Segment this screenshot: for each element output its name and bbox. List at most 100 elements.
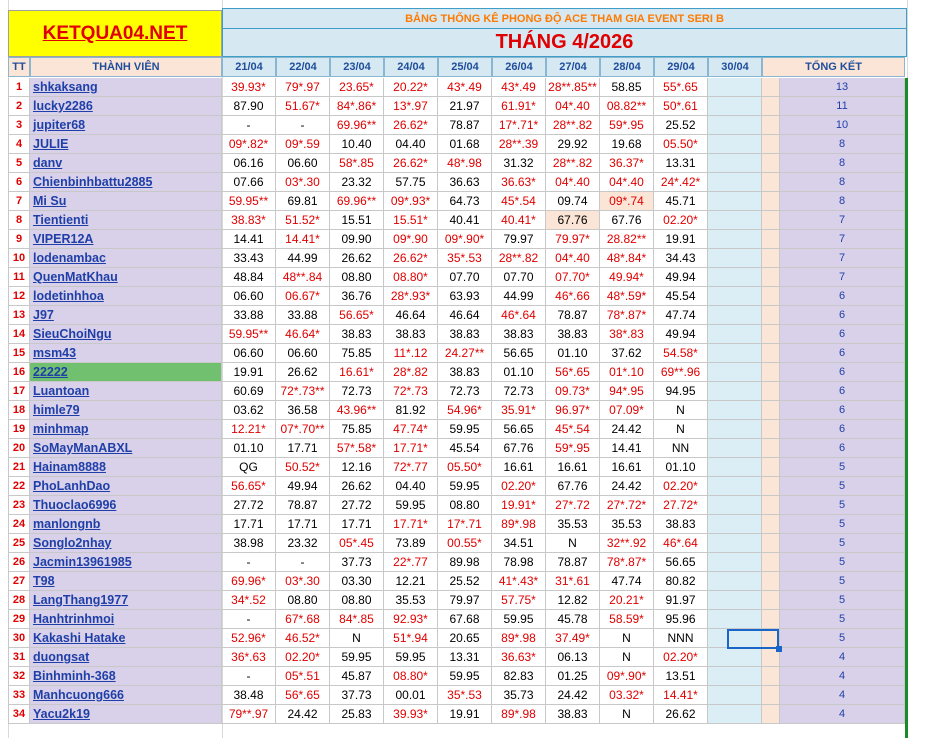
- result-cell[interactable]: -: [276, 553, 330, 572]
- member-name-link[interactable]: LangThang1977: [30, 591, 222, 610]
- result-cell[interactable]: 03.32*: [600, 686, 654, 705]
- result-cell[interactable]: 14.41: [222, 230, 276, 249]
- result-cell[interactable]: N: [600, 629, 654, 648]
- result-cell[interactable]: 09*.74: [600, 192, 654, 211]
- empty-cell[interactable]: [708, 287, 762, 306]
- result-cell[interactable]: 24.27**: [438, 344, 492, 363]
- member-name-link[interactable]: PhoLanhDao: [30, 477, 222, 496]
- result-cell[interactable]: 35.73: [492, 686, 546, 705]
- result-cell[interactable]: 26.62*: [384, 154, 438, 173]
- result-cell[interactable]: 64.73: [438, 192, 492, 211]
- result-cell[interactable]: 24*.42*: [654, 173, 708, 192]
- result-cell[interactable]: 05.50*: [438, 458, 492, 477]
- empty-cell[interactable]: [708, 116, 762, 135]
- result-cell[interactable]: 05*.51: [276, 667, 330, 686]
- result-cell[interactable]: 35*.53: [438, 249, 492, 268]
- result-cell[interactable]: 63.93: [438, 287, 492, 306]
- result-cell[interactable]: 16.61: [600, 458, 654, 477]
- result-cell[interactable]: 28.82**: [600, 230, 654, 249]
- empty-cell[interactable]: [708, 230, 762, 249]
- result-cell[interactable]: 24.42: [600, 420, 654, 439]
- empty-cell[interactable]: [708, 382, 762, 401]
- result-cell[interactable]: 01*.10: [600, 363, 654, 382]
- empty-cell[interactable]: [708, 572, 762, 591]
- result-cell[interactable]: N: [330, 629, 384, 648]
- result-cell[interactable]: 08.80: [330, 268, 384, 287]
- result-cell[interactable]: 04.40: [384, 135, 438, 154]
- result-cell[interactable]: 72.73: [330, 382, 384, 401]
- result-cell[interactable]: 46*.66: [546, 287, 600, 306]
- result-cell[interactable]: N: [600, 648, 654, 667]
- result-cell[interactable]: 59.95: [492, 610, 546, 629]
- result-cell[interactable]: 89*.98: [492, 515, 546, 534]
- result-cell[interactable]: 79.97: [492, 230, 546, 249]
- empty-cell[interactable]: [708, 325, 762, 344]
- result-cell[interactable]: 17*.71: [438, 515, 492, 534]
- result-cell[interactable]: 38.83: [546, 705, 600, 724]
- result-cell[interactable]: 38.48: [222, 686, 276, 705]
- result-cell[interactable]: 06.60: [276, 154, 330, 173]
- result-cell[interactable]: 28**.82: [546, 116, 600, 135]
- result-cell[interactable]: 07.09*: [600, 401, 654, 420]
- result-cell[interactable]: 02.20*: [654, 477, 708, 496]
- result-cell[interactable]: 14.41: [600, 439, 654, 458]
- result-cell[interactable]: 09*.90*: [600, 667, 654, 686]
- member-name-link[interactable]: Tientienti: [30, 211, 222, 230]
- member-name-link[interactable]: himle79: [30, 401, 222, 420]
- member-name-link[interactable]: VIPER12A: [30, 230, 222, 249]
- result-cell[interactable]: 20.65: [438, 629, 492, 648]
- result-cell[interactable]: N: [600, 705, 654, 724]
- result-cell[interactable]: 67.76: [492, 439, 546, 458]
- result-cell[interactable]: 06.16: [222, 154, 276, 173]
- result-cell[interactable]: 15.51: [330, 211, 384, 230]
- result-cell[interactable]: 19.91: [438, 705, 492, 724]
- fill-handle[interactable]: [776, 646, 782, 652]
- result-cell[interactable]: 07.66: [222, 173, 276, 192]
- result-cell[interactable]: 28*.93*: [384, 287, 438, 306]
- result-cell[interactable]: 46.64*: [276, 325, 330, 344]
- empty-cell[interactable]: [708, 553, 762, 572]
- result-cell[interactable]: 09*.93*: [384, 192, 438, 211]
- result-cell[interactable]: 08.80: [276, 591, 330, 610]
- result-cell[interactable]: 78.87: [276, 496, 330, 515]
- result-cell[interactable]: 79.97*: [546, 230, 600, 249]
- member-name-link[interactable]: lodetinhhoa: [30, 287, 222, 306]
- result-cell[interactable]: 16.61*: [330, 363, 384, 382]
- result-cell[interactable]: 26.62: [276, 363, 330, 382]
- result-cell[interactable]: 34.51: [492, 534, 546, 553]
- result-cell[interactable]: 49.94: [654, 325, 708, 344]
- result-cell[interactable]: 59.95: [438, 477, 492, 496]
- result-cell[interactable]: 27*.72*: [600, 496, 654, 515]
- result-cell[interactable]: 67*.68: [276, 610, 330, 629]
- result-cell[interactable]: 72.73: [438, 382, 492, 401]
- result-cell[interactable]: 67.76: [546, 211, 600, 230]
- selected-cell[interactable]: [727, 629, 779, 649]
- result-cell[interactable]: 45.54: [654, 287, 708, 306]
- result-cell[interactable]: 47.74: [654, 306, 708, 325]
- result-cell[interactable]: 25.52: [438, 572, 492, 591]
- result-cell[interactable]: 47.74*: [384, 420, 438, 439]
- result-cell[interactable]: 36.37*: [600, 154, 654, 173]
- empty-cell[interactable]: [708, 306, 762, 325]
- result-cell[interactable]: 36.63: [438, 173, 492, 192]
- result-cell[interactable]: 59.95: [384, 496, 438, 515]
- spreadsheet[interactable]: KETQUA04.NET BẢNG THỐNG KÊ PHONG ĐỘ ACE …: [0, 0, 927, 738]
- empty-cell[interactable]: [708, 591, 762, 610]
- empty-cell[interactable]: [708, 97, 762, 116]
- result-cell[interactable]: 78*.87*: [600, 306, 654, 325]
- result-cell[interactable]: 49.94*: [600, 268, 654, 287]
- result-cell[interactable]: 48*.59*: [600, 287, 654, 306]
- result-cell[interactable]: 48**.84: [276, 268, 330, 287]
- result-cell[interactable]: 37.73: [330, 553, 384, 572]
- result-cell[interactable]: 55*.65: [654, 78, 708, 97]
- result-cell[interactable]: 58*.85: [330, 154, 384, 173]
- result-cell[interactable]: 38*.83: [600, 325, 654, 344]
- result-cell[interactable]: 84*.85: [330, 610, 384, 629]
- result-cell[interactable]: 38.83: [384, 325, 438, 344]
- result-cell[interactable]: 57*.58*: [330, 439, 384, 458]
- result-cell[interactable]: 23.32: [330, 173, 384, 192]
- member-name-link[interactable]: Chienbinhbattu2885: [30, 173, 222, 192]
- empty-cell[interactable]: [708, 363, 762, 382]
- result-cell[interactable]: 58.59*: [600, 610, 654, 629]
- result-cell[interactable]: 69**.96: [654, 363, 708, 382]
